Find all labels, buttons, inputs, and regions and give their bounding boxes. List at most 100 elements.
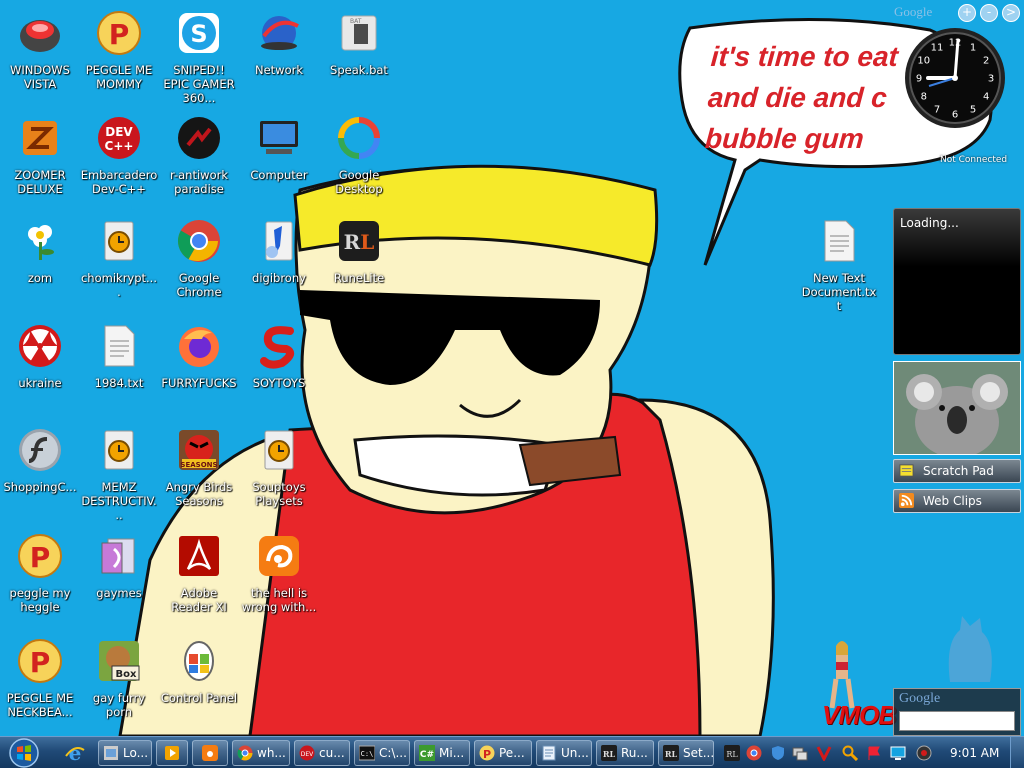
svg-text:P: P [30, 541, 51, 574]
desktop-icon-angry-birds[interactable]: SEASONS Angry Birds Seasons [160, 427, 238, 508]
desktop-icon-memz[interactable]: MEMZ DESTRUCTIV... [80, 427, 158, 522]
desktop-icon-new-text-document[interactable]: New Text Document.txt [800, 218, 878, 313]
speech-bubble-text: it's time to eat and die and c bubble gu… [704, 36, 913, 159]
gadget-minus-button[interactable]: - [980, 4, 998, 22]
desktop-icon-the-hell[interactable]: the hell is wrong with... [240, 533, 318, 614]
desktop-icon-digibrony[interactable]: digibrony [240, 218, 318, 285]
desktop-icon-peggle-me-neckbea[interactable]: P PEGGLE ME NECKBEA... [1, 638, 79, 719]
desktop-icon-peggle-my-heggle[interactable]: P peggle my heggle [1, 533, 79, 614]
svg-text:P: P [30, 646, 51, 679]
desktop-icon-computer[interactable]: Computer [240, 115, 318, 182]
task-label: cu... [319, 746, 345, 760]
gadget-add-button[interactable]: + [958, 4, 976, 22]
taskbar-task-pe[interactable]: P Pe... [474, 740, 532, 766]
tray-flag-icon[interactable] [866, 745, 882, 761]
desktop-icon-speak-bat[interactable]: BAT Speak.bat [320, 10, 398, 77]
task-label: wh... [257, 746, 286, 760]
desktop-icon-chomikrypt[interactable]: chomikrypt.... [80, 218, 158, 299]
show-desktop-button[interactable] [1010, 737, 1024, 768]
desktop-icon-network[interactable]: Network [240, 10, 318, 77]
desktop-icon-1984-txt[interactable]: 1984.txt [80, 323, 158, 390]
desktop-icon-gaymes[interactable]: gaymes [80, 533, 158, 600]
icon-label: SOYTOYS [252, 376, 306, 390]
scratch-pad-gadget[interactable]: Scratch Pad [893, 459, 1021, 483]
desktop-icon-embarcadero-dev-cpp[interactable]: DEV C++ Embarcadero Dev-C++ [80, 115, 158, 196]
task-label: Lo... [123, 746, 149, 760]
desktop-icon-r-antiwork[interactable]: r-antiwork paradise [160, 115, 238, 196]
internet-explorer-quicklaunch-icon[interactable]: e [64, 742, 86, 764]
desktop-icon-soytoys[interactable]: SOYTOYS [240, 323, 318, 390]
icon-label: peggle my heggle [9, 586, 71, 614]
taskbar-task-lo[interactable]: Lo... [98, 740, 152, 766]
tray-shield-icon[interactable] [770, 745, 786, 761]
svg-text:C++: C++ [105, 139, 134, 153]
svg-text:C#: C# [420, 750, 434, 760]
tray-chrome-icon[interactable] [746, 745, 762, 761]
desktop-icon-souptoys[interactable]: Souptoys Playsets [240, 427, 318, 508]
loading-text: Loading... [900, 216, 959, 230]
games-folder-icon [101, 538, 135, 574]
text-file-icon [824, 220, 855, 262]
desktop-icon-furryfucks[interactable]: FURRYFUCKS [160, 323, 238, 390]
desktop-icon-peggle-me-mommy[interactable]: P PEGGLE ME MOMMY [80, 10, 158, 91]
tray-v-icon[interactable] [816, 745, 832, 761]
taskbar-task-mi[interactable]: C# Mi... [414, 740, 470, 766]
desktop-icon-windows-vista[interactable]: WINDOWS VISTA [1, 10, 79, 91]
text-file-icon [104, 325, 135, 367]
tray-network-icon[interactable] [792, 745, 808, 761]
chrome-icon [237, 745, 253, 761]
soytoys-icon [260, 326, 295, 369]
desktop-icon-google-desktop[interactable]: Google Desktop [320, 115, 398, 196]
task-label: C:\... [379, 746, 407, 760]
desktop-icon-gay-furry[interactable]: Box gay furry porn [80, 638, 158, 719]
google-search-gadget[interactable]: Google [893, 688, 1021, 736]
taskbar-task-un[interactable]: Un... [536, 740, 592, 766]
tray-runelite-icon[interactable]: RL [724, 745, 740, 761]
clock-file-icon [104, 430, 134, 470]
tray-monitor-icon[interactable] [890, 745, 906, 761]
google-desktop-icon [338, 117, 380, 159]
desktop-icon-control-panel[interactable]: Control Panel [160, 638, 238, 705]
desktop-icon-adobe-reader[interactable]: Adobe Reader XI [160, 533, 238, 614]
task-label: Mi... [439, 746, 465, 760]
taskbar-task-cu[interactable]: DEV cu... [294, 740, 350, 766]
clock-numeral: 11 [931, 42, 944, 53]
web-clips-gadget[interactable]: Web Clips [893, 489, 1021, 513]
taskbar-task-wh[interactable]: wh... [232, 740, 290, 766]
icon-label: gay furry porn [92, 691, 146, 719]
svg-text:Box: Box [116, 669, 137, 680]
adobe-reader-icon [179, 536, 219, 576]
gadget-next-button[interactable]: > [1002, 4, 1020, 22]
taskbar-task-cmd[interactable]: C:\ C:\... [354, 740, 410, 766]
clock-numeral: 12 [949, 38, 962, 49]
desktop-icon-shoppingc[interactable]: ShoppingC... [1, 427, 79, 494]
taskbar-clock[interactable]: 9:01 AM [950, 746, 999, 760]
tray-volume-icon[interactable] [916, 745, 932, 761]
google-search-input[interactable] [899, 711, 1015, 731]
desktop-icon-runelite[interactable]: RL RuneLite [320, 218, 398, 285]
loading-gadget[interactable]: Loading... [893, 208, 1021, 355]
koala-image [894, 362, 1020, 454]
desktop-icon-sniped[interactable]: S SNIPED!! EPIC GAMER 360... [160, 10, 238, 105]
desktop-icon-zoomer-deluxe[interactable]: ZOOMER DELUXE [1, 115, 79, 196]
desktop-icon-zom[interactable]: zom [1, 218, 79, 285]
svg-text:RL: RL [603, 749, 616, 759]
icon-label: Network [254, 63, 304, 77]
digibrony-icon [265, 221, 293, 261]
svg-text:BAT: BAT [350, 18, 362, 25]
desktop-icon-google-chrome[interactable]: Google Chrome [160, 218, 238, 299]
desktop-icon-ukraine[interactable]: ukraine [1, 323, 79, 390]
clock-gadget[interactable]: 12 12 3 45 6 78 9 1011 [903, 26, 1007, 130]
taskbar-task-uc[interactable] [192, 740, 228, 766]
vista-pod-icon [20, 20, 60, 52]
start-button[interactable] [6, 738, 42, 768]
slideshow-gadget[interactable] [893, 361, 1021, 455]
taskbar-task-media[interactable] [156, 740, 188, 766]
tray-search-icon[interactable] [842, 745, 858, 761]
bat-file-icon: BAT [341, 15, 377, 51]
taskbar-task-ru[interactable]: RL Ru... [596, 740, 654, 766]
clock-status-text: Not Connected [940, 155, 1008, 165]
runelite-icon: RL [663, 745, 679, 761]
taskbar-task-set[interactable]: RL Set... [658, 740, 714, 766]
desktop[interactable]: it's time to eat and die and c bubble gu… [0, 0, 1024, 736]
